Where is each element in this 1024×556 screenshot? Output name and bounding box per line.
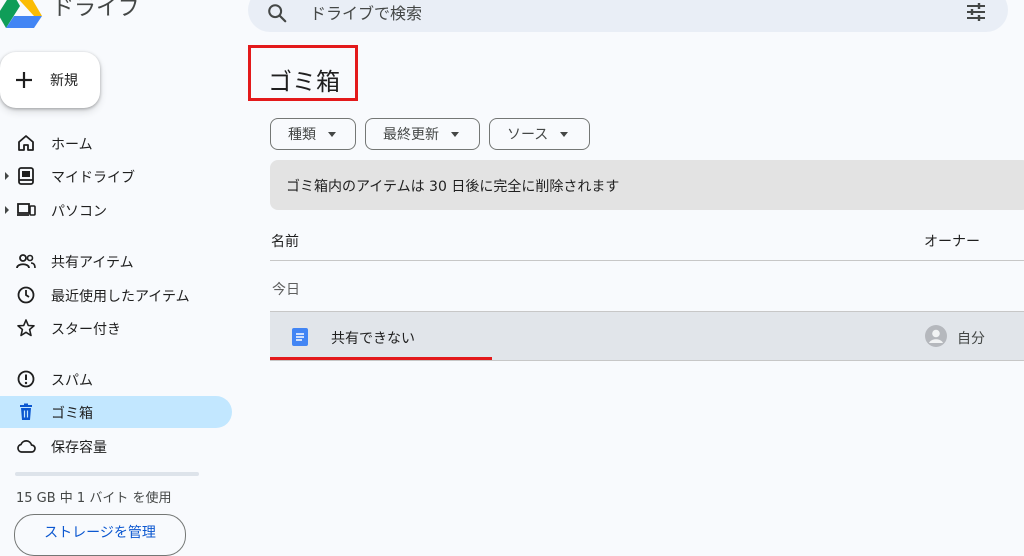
- sidebar-item-label: 保存容量: [51, 440, 107, 456]
- sidebar-item-label: 共有アイテム: [51, 255, 134, 271]
- filter-chip-label: 種類: [288, 127, 316, 143]
- storage-usage-text: 15 GB 中 1 バイト を使用: [16, 491, 172, 506]
- my-drive-icon: [18, 167, 34, 185]
- file-owner: 自分: [957, 331, 985, 347]
- home-icon: [18, 135, 34, 151]
- avatar-icon: [925, 325, 947, 347]
- dropdown-arrow-icon: [560, 131, 569, 137]
- sidebar-item-label: スパム: [51, 373, 93, 389]
- dropdown-arrow-icon: [328, 131, 336, 137]
- file-row[interactable]: 共有できない 自分: [270, 311, 1024, 361]
- dropdown-arrow-icon: [451, 131, 459, 137]
- sidebar-item-label: 最近使用したアイテム: [51, 289, 190, 305]
- manage-storage-button[interactable]: ストレージを管理: [14, 514, 186, 556]
- sidebar-item-label: ホーム: [51, 137, 93, 153]
- shared-icon: [16, 254, 36, 269]
- recent-icon: [17, 286, 35, 304]
- filter-chip-label: 最終更新: [383, 127, 439, 143]
- expand-caret-icon[interactable]: [5, 206, 9, 214]
- filter-modified-chip[interactable]: 最終更新: [365, 118, 480, 150]
- trash-info-banner: ゴミ箱内のアイテムは 30 日後に完全に削除されます: [270, 160, 1024, 210]
- sidebar-item-starred[interactable]: スター付き: [0, 312, 232, 344]
- computers-icon: [17, 203, 36, 216]
- sidebar-item-computers[interactable]: パソコン: [0, 194, 232, 226]
- file-row-highlight-underline: [270, 357, 492, 360]
- sidebar-item-spam[interactable]: スパム: [0, 363, 232, 395]
- search-bar[interactable]: [248, 0, 1008, 32]
- search-input[interactable]: [308, 0, 912, 28]
- group-label: 今日: [272, 282, 300, 298]
- filter-type-chip[interactable]: 種類: [270, 118, 356, 150]
- column-header-owner: オーナー: [924, 234, 980, 250]
- new-button-label: 新規: [50, 73, 78, 89]
- sidebar-item-label: ゴミ箱: [51, 406, 93, 422]
- trash-icon: [20, 403, 32, 420]
- page-title: ゴミ箱: [268, 68, 340, 96]
- sidebar-item-label: パソコン: [51, 204, 107, 220]
- file-name: 共有できない: [331, 331, 415, 347]
- app-title: ドライブ: [52, 0, 141, 21]
- search-icon[interactable]: [266, 2, 288, 24]
- sidebar-item-label: スター付き: [51, 322, 121, 338]
- sidebar-item-storage[interactable]: 保存容量: [0, 430, 232, 462]
- plus-icon: [16, 72, 32, 88]
- trash-info-text: ゴミ箱内のアイテムは 30 日後に完全に削除されます: [286, 179, 620, 195]
- sidebar-item-home[interactable]: ホーム: [0, 127, 232, 159]
- sidebar-item-recent[interactable]: 最近使用したアイテム: [0, 279, 232, 311]
- storage-usage-bar: [15, 472, 199, 476]
- column-header-name[interactable]: 名前: [271, 231, 299, 251]
- sidebar-item-shared[interactable]: 共有アイテム: [0, 245, 232, 277]
- header-divider: [270, 260, 1024, 261]
- expand-caret-icon[interactable]: [5, 172, 9, 180]
- spam-icon: [17, 370, 35, 388]
- new-button[interactable]: 新規: [0, 52, 100, 108]
- sidebar-item-label: マイドライブ: [51, 170, 135, 186]
- star-icon: [17, 319, 35, 337]
- google-docs-icon: [292, 328, 308, 346]
- sidebar-item-my-drive[interactable]: マイドライブ: [0, 160, 232, 192]
- cloud-icon: [17, 440, 36, 453]
- filter-chip-label: ソース: [507, 127, 549, 143]
- search-options-icon[interactable]: [964, 0, 988, 24]
- google-drive-logo-icon: [0, 0, 42, 28]
- filter-source-chip[interactable]: ソース: [489, 118, 590, 150]
- sidebar-item-trash[interactable]: ゴミ箱: [0, 396, 232, 428]
